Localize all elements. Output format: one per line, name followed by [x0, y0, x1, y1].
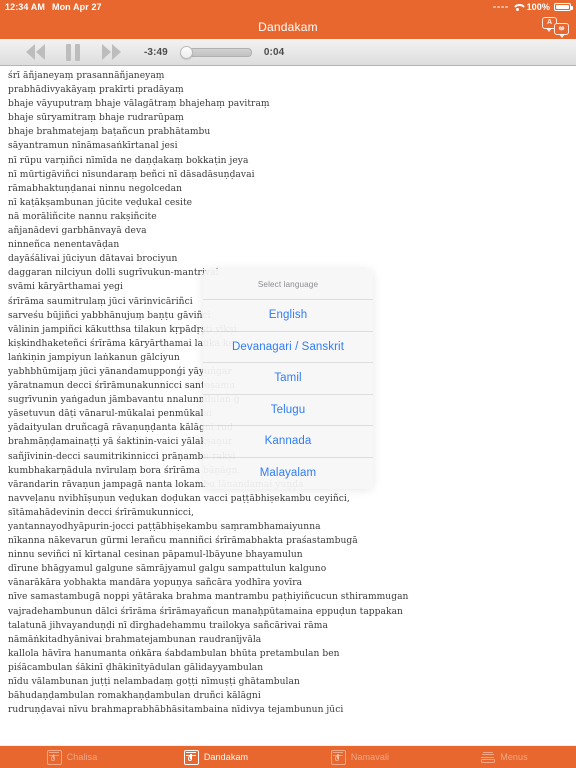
language-option-telugu[interactable]: Telugu — [203, 395, 373, 426]
lyrics-line: yantannayodhyāpurin-jocci paṭṭābhiṣekamb… — [8, 522, 321, 532]
menu-list-icon — [480, 750, 495, 765]
music-book-icon — [46, 749, 62, 765]
lyrics-line: vajradehambunun dālci śrīrāma śrīrāmayañ… — [8, 606, 403, 617]
time-remaining-label: -3:49 — [144, 46, 168, 58]
pause-icon — [66, 43, 80, 61]
battery-percent-label: 100% — [526, 2, 550, 12]
playback-scrubber[interactable] — [179, 44, 252, 60]
tab-namavali[interactable]: Namavali — [288, 746, 432, 768]
fast-forward-button[interactable] — [92, 42, 130, 62]
language-option-english[interactable]: English — [203, 300, 373, 332]
status-bar-right-group: 100% — [493, 2, 573, 12]
status-bar: 12:34 AM Mon Apr 27 100% — [0, 0, 576, 14]
lyrics-line: dayāśālivai jūciyun dātavai brociyun — [8, 254, 178, 265]
lyrics-line: nīve samastambugā noppi yātāraka brahma … — [8, 592, 409, 603]
lyrics-line: rāmabhaktuṇḍanai ninnu negolcedan — [8, 183, 183, 194]
tab-label: Menus — [500, 752, 528, 762]
fast-forward-icon — [101, 44, 121, 60]
lyrics-line: nī mūrtigāviñci nīsundaraṃ beñci nī dāsa… — [8, 169, 255, 180]
rewind-icon — [25, 44, 45, 60]
select-language-dialog: Select language English Devanagari / Sans… — [203, 269, 373, 489]
lyrics-line: sāyantramun nīnāmasaṅkīrtanal jesi — [8, 141, 178, 152]
rewind-button[interactable] — [16, 42, 54, 62]
lyrics-line: ninneñca nenentavāḍan — [8, 240, 120, 251]
lyrics-line: ninnu seviñci nī kīrtanal cesinan pāpamu… — [8, 550, 303, 561]
lyrics-line: piśācambulan śākinī ḍhākinītyādulan gāli… — [8, 662, 264, 673]
music-book-icon — [183, 749, 199, 765]
language-option-malayalam[interactable]: Malayalam — [203, 458, 373, 490]
time-elapsed-label: 0:04 — [263, 46, 285, 58]
pause-button[interactable] — [54, 42, 92, 62]
lyrics-line: bhaje sūryamitraṃ bhaje rudrarūpaṃ — [8, 113, 184, 124]
lyrics-line: navveḷanu nvibhīṣuṇun veḍukan doḍukan va… — [8, 493, 350, 504]
scrubber-knob[interactable] — [179, 46, 193, 59]
lyrics-line: nī rūpu varṇiñci nīmīda ne daṇḍakaṃ bokk… — [8, 155, 249, 166]
lyrics-line: nā morāliñcite nannu rakṣiñcite — [8, 211, 157, 222]
audio-player-toolbar: -3:49 0:04 — [0, 39, 576, 66]
lyrics-line: śrī āñjaneyaṃ prasannāñjaneyaṃ — [8, 71, 165, 81]
tab-dandakam[interactable]: Dandakam — [144, 746, 288, 768]
lyrics-line: bhaje brahmatejaṃ baṭañcun prabhātambu — [8, 127, 211, 138]
tab-bar: Chalisa Dandakam Namavali Menus — [0, 745, 576, 768]
lyrics-line: bāhudaṇḍambulan romakhaṇḍambulan druñci … — [8, 691, 261, 702]
dialog-options-list: English Devanagari / Sanskrit Tamil Telugu K… — [203, 300, 373, 489]
tab-label: Chalisa — [66, 752, 98, 762]
language-option-devanagari-sanskrit[interactable]: Devanagari / Sanskrit — [203, 332, 373, 363]
lyrics-line: añjanādevi garbhānvayā deva — [8, 226, 147, 237]
scrubber-track — [188, 48, 252, 57]
lyrics-line: nīkanna nākevarun gūrmi lerañcu manniñci… — [8, 536, 358, 547]
lyrics-line: nī kaṭākṣambunan jūcite veḍukal cesite — [8, 197, 193, 208]
dialog-title: Select language — [203, 269, 373, 300]
lyrics-line: rudruṇḍavai nīvu brahmaprabhābhāsitambai… — [8, 705, 344, 716]
navigation-bar: Dandakam A అ — [0, 14, 576, 39]
translate-icon[interactable]: A అ — [540, 16, 570, 38]
lyrics-line: kallola hāvīra hanumanta oṅkāra śabdambu… — [8, 648, 340, 659]
lyrics-line: talatunā jihvayanduṇḍi nī dīrghadehammu … — [8, 620, 328, 631]
signal-dots-icon — [493, 5, 508, 9]
tab-label: Dandakam — [203, 752, 249, 762]
app-root: 12:34 AM Mon Apr 27 100% Dandakam A అ -3… — [0, 0, 576, 768]
battery-full-icon — [554, 3, 573, 11]
lyrics-line: nāmāṅkitadhyānivai brahmatejambunan raud… — [8, 634, 262, 645]
language-option-tamil[interactable]: Tamil — [203, 363, 373, 395]
wifi-icon — [512, 3, 523, 12]
status-bar-time: 12:34 AM — [5, 2, 45, 12]
lyrics-line: vānarākāra yobhakta mandāra yopuṇya sañc… — [8, 578, 303, 589]
tab-label: Namavali — [350, 752, 390, 762]
tab-chalisa[interactable]: Chalisa — [0, 746, 144, 768]
language-option-kannada[interactable]: Kannada — [203, 426, 373, 458]
navbar-right-actions: A అ — [540, 14, 570, 39]
tab-menus[interactable]: Menus — [432, 746, 576, 768]
lyrics-line: sītāmahādevinin decci śrīrāmukunnicci, — [8, 507, 194, 518]
page-title: Dandakam — [258, 19, 318, 34]
status-bar-date: Mon Apr 27 — [51, 2, 102, 12]
lyrics-line: prabhādivyakāyaṃ prakīrti pradāyaṃ — [8, 85, 184, 96]
lyrics-line: dīrune bhāgyamul galgune sāmrājyamul gal… — [8, 564, 327, 575]
lyrics-line: nīdu vālambunan juṭṭi nelambadaṃ goṭṭi n… — [8, 677, 300, 688]
lyrics-line: bhaje vāyuputraṃ bhaje vālagātraṃ bhajeh… — [8, 99, 270, 110]
translate-bubble-indic: అ — [554, 22, 569, 38]
music-book-icon — [330, 749, 346, 765]
